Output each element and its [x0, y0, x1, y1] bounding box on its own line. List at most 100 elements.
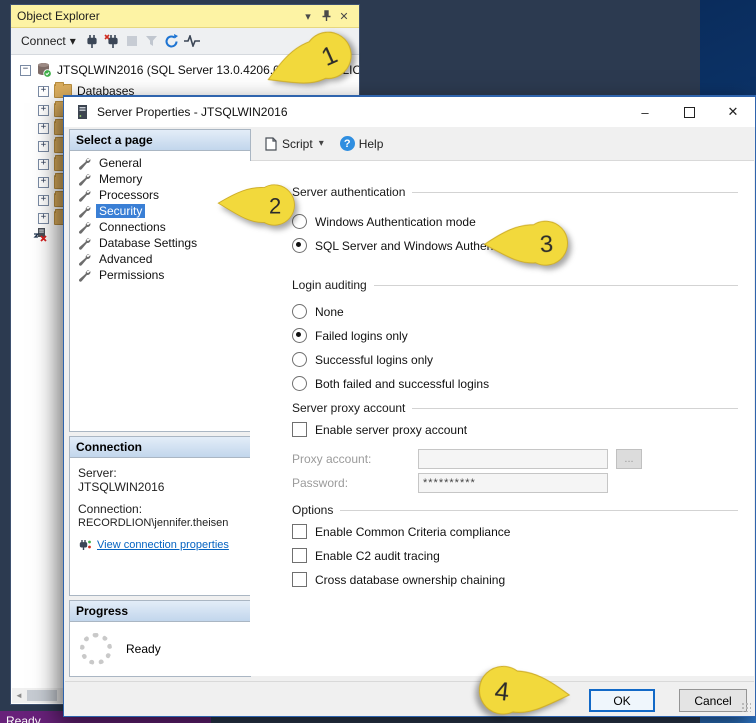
- radio-none[interactable]: None: [292, 304, 344, 319]
- wrench-icon: [78, 189, 91, 202]
- page-item-database-settings[interactable]: Database Settings: [70, 235, 250, 251]
- page-item-advanced[interactable]: Advanced: [70, 251, 250, 267]
- connect-object-icon[interactable]: [82, 32, 102, 50]
- connect-button[interactable]: Connect ▾: [15, 32, 82, 50]
- radio-failed-logins[interactable]: Failed logins only: [292, 328, 408, 343]
- connection-connection-value: RECORDLION\jennifer.theisen: [78, 516, 244, 530]
- wrench-icon: [78, 269, 91, 282]
- activity-monitor-icon[interactable]: [182, 32, 202, 50]
- chevron-down-icon: ▾: [70, 34, 76, 48]
- expand-icon[interactable]: +: [38, 159, 49, 170]
- dialog-button-bar: OK Cancel: [65, 681, 754, 715]
- minimize-icon[interactable]: –: [623, 97, 667, 127]
- checkbox-icon[interactable]: [292, 548, 307, 563]
- server-properties-dialog: Server Properties - JTSQLWIN2016 – ✕ Scr…: [63, 95, 756, 717]
- checkbox-icon[interactable]: [292, 422, 307, 437]
- login-auditing-group: Login auditing: [292, 278, 738, 292]
- radio-both-logins[interactable]: Both failed and successful logins: [292, 376, 489, 391]
- page-item-general[interactable]: General: [70, 155, 250, 171]
- radio-successful-logins[interactable]: Successful logins only: [292, 352, 433, 367]
- svg-text:3: 3: [539, 231, 554, 259]
- password-label: Password:: [292, 476, 410, 490]
- object-explorer-titlebar: Object Explorer ▾ ✕: [11, 5, 359, 28]
- expand-icon[interactable]: +: [38, 123, 49, 134]
- filter-icon: [142, 32, 162, 50]
- wrench-icon: [78, 253, 91, 266]
- maximize-icon[interactable]: [667, 97, 711, 127]
- radio-icon[interactable]: [292, 328, 307, 343]
- collapse-icon[interactable]: −: [20, 65, 31, 76]
- dialog-toolbar: Script ▾ ? Help: [250, 127, 754, 161]
- radio-windows-auth[interactable]: Windows Authentication mode: [292, 214, 476, 229]
- checkbox-c2-audit[interactable]: Enable C2 audit tracing: [292, 548, 440, 563]
- proxy-account-label: Proxy account:: [292, 452, 410, 466]
- checkbox-cross-db-chaining[interactable]: Cross database ownership chaining: [292, 572, 505, 587]
- scroll-left-icon[interactable]: ◄: [15, 691, 23, 700]
- checkbox-enable-proxy[interactable]: Enable server proxy account: [292, 422, 467, 437]
- password-field[interactable]: **********: [418, 473, 608, 493]
- dialog-title: Server Properties - JTSQLWIN2016: [97, 105, 288, 119]
- resize-grip[interactable]: [741, 702, 751, 712]
- wrench-icon: [78, 237, 91, 250]
- expand-icon[interactable]: +: [38, 105, 49, 116]
- server-icon: [77, 104, 88, 120]
- progress-header: Progress: [70, 601, 250, 622]
- radio-icon[interactable]: [292, 238, 307, 253]
- select-page-pane: Select a page General Memory Processors …: [69, 129, 251, 432]
- wrench-icon: [78, 221, 91, 234]
- callout-4: 4: [466, 661, 575, 723]
- ok-button[interactable]: OK: [589, 689, 655, 712]
- connection-server-label: Server:: [78, 466, 244, 480]
- chevron-down-icon: ▾: [319, 138, 324, 149]
- server-authentication-group: Server authentication: [292, 185, 738, 199]
- page-item-permissions[interactable]: Permissions: [70, 267, 250, 283]
- server-proxy-group: Server proxy account: [292, 401, 738, 415]
- connection-server-value: JTSQLWIN2016: [78, 480, 244, 494]
- radio-icon[interactable]: [292, 352, 307, 367]
- browse-button[interactable]: ...: [616, 449, 642, 469]
- select-page-header: Select a page: [70, 130, 250, 151]
- expand-icon[interactable]: +: [38, 86, 49, 97]
- tree-item-sql-server-agent[interactable]: [11, 225, 48, 243]
- wrench-icon: [78, 157, 91, 170]
- callout-2: 2: [216, 183, 304, 227]
- status-text: Ready: [6, 714, 41, 723]
- scrollbar-thumb[interactable]: [27, 690, 57, 701]
- script-button[interactable]: Script ▾: [282, 137, 324, 151]
- checkbox-common-criteria[interactable]: Enable Common Criteria compliance: [292, 524, 510, 539]
- callout-3: 3: [473, 217, 587, 271]
- radio-icon[interactable]: [292, 304, 307, 319]
- horizontal-scrollbar[interactable]: ◄: [12, 688, 66, 703]
- stop-icon: [122, 32, 142, 50]
- script-icon: [264, 137, 277, 151]
- object-explorer-title: Object Explorer: [17, 9, 100, 23]
- progress-spinner-icon: [80, 633, 112, 665]
- wrench-icon: [78, 173, 91, 186]
- progress-pane: Progress Ready: [69, 600, 251, 677]
- sql-server-icon: [36, 62, 52, 78]
- expand-icon[interactable]: +: [38, 177, 49, 188]
- cancel-button[interactable]: Cancel: [679, 689, 747, 712]
- expand-icon[interactable]: +: [38, 213, 49, 224]
- proxy-account-field[interactable]: [418, 449, 608, 469]
- expand-icon[interactable]: +: [38, 141, 49, 152]
- radio-icon[interactable]: [292, 376, 307, 391]
- connection-connection-label: Connection:: [78, 502, 244, 516]
- options-group: Options: [292, 503, 738, 517]
- help-button[interactable]: Help: [359, 137, 384, 151]
- refresh-icon[interactable]: [162, 32, 182, 50]
- svg-text:2: 2: [269, 193, 281, 218]
- close-icon[interactable]: ✕: [711, 97, 755, 127]
- help-icon: ?: [340, 136, 355, 151]
- checkbox-icon[interactable]: [292, 572, 307, 587]
- wrench-icon: [78, 205, 91, 218]
- disconnect-object-icon[interactable]: [102, 32, 122, 50]
- view-connection-properties-link[interactable]: View connection properties: [97, 539, 229, 551]
- window-position-icon[interactable]: ▾: [299, 8, 317, 24]
- connection-properties-icon: [78, 539, 92, 551]
- connection-header: Connection: [70, 437, 250, 458]
- dialog-titlebar[interactable]: Server Properties - JTSQLWIN2016 – ✕: [64, 97, 755, 127]
- checkbox-icon[interactable]: [292, 524, 307, 539]
- progress-status: Ready: [126, 642, 161, 656]
- expand-icon[interactable]: +: [38, 195, 49, 206]
